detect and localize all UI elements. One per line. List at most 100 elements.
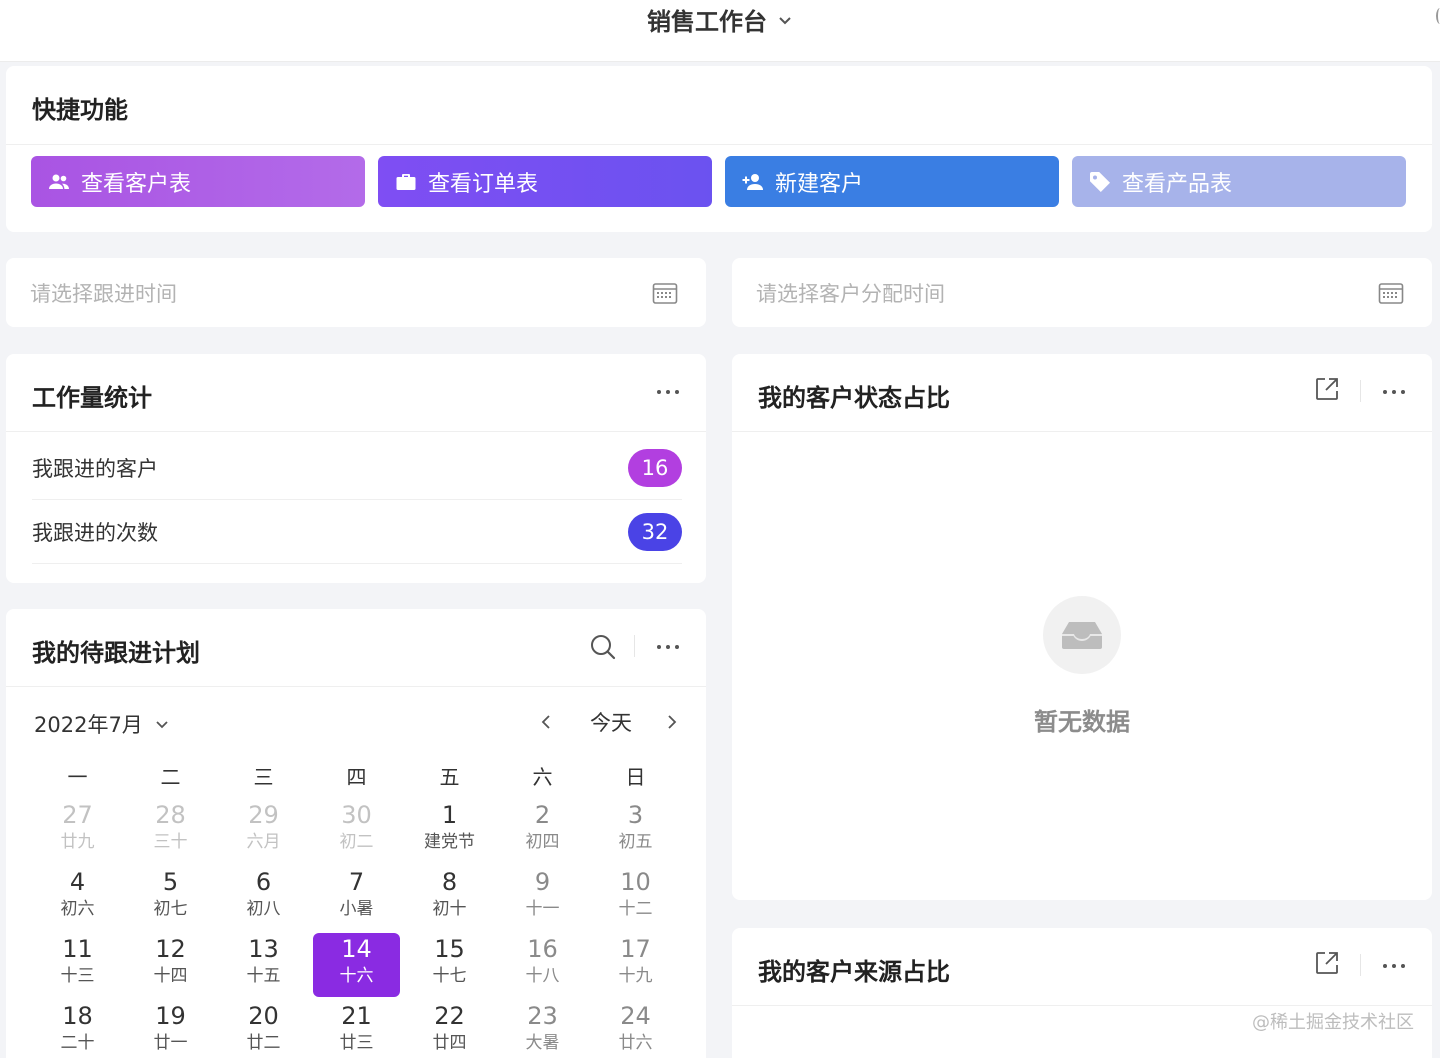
- day-number: 24: [620, 1002, 651, 1030]
- follow-plan-title: 我的待跟进计划: [32, 639, 200, 667]
- divider: [6, 431, 706, 432]
- calendar-day[interactable]: 20 廿二: [220, 1000, 307, 1058]
- calendar-day[interactable]: 28 三十: [127, 799, 214, 863]
- day-number: 14: [341, 935, 372, 963]
- calendar-day-selected[interactable]: 14 十六: [313, 933, 400, 997]
- workload-row-label: 我跟进的客户: [32, 456, 158, 481]
- view-customers-button[interactable]: 查看客户表: [31, 156, 365, 207]
- workspace-switcher[interactable]: 销售工作台: [647, 2, 793, 37]
- next-month-button[interactable]: [662, 707, 682, 737]
- calendar-day[interactable]: 7 小暑: [313, 866, 400, 930]
- calendar-day[interactable]: 13 十五: [220, 933, 307, 997]
- quick-functions-title: 快捷功能: [32, 96, 128, 124]
- workload-row-label: 我跟进的次数: [32, 520, 158, 545]
- search-button[interactable]: [588, 632, 618, 662]
- calendar-day[interactable]: 1 建党节: [406, 799, 493, 863]
- lunar-date: 十八: [525, 966, 560, 986]
- weekday-label: 一: [67, 765, 88, 789]
- divider: [6, 686, 706, 687]
- calendar-day[interactable]: 16 十八: [499, 933, 586, 997]
- calendar-day[interactable]: 21 廿三: [313, 1000, 400, 1058]
- follow-time-picker[interactable]: 请选择跟进时间: [6, 258, 706, 327]
- external-link-icon: [1316, 378, 1338, 400]
- lunar-date: 廿二: [246, 1033, 281, 1053]
- calendar-day[interactable]: 17 十九: [592, 933, 679, 997]
- lunar-date: 十五: [246, 966, 281, 986]
- calendar-grid: 27 廿九 28 三十 29 六月 30 初二 1 建党节 2 初四 3 初五 4 初六 5 初七 6 初八 7 小暑 8 初…: [31, 799, 682, 1058]
- calendar-day[interactable]: 11 十三: [34, 933, 121, 997]
- view-products-button[interactable]: 查看产品表: [1072, 156, 1406, 207]
- view-orders-label: 查看订单表: [428, 171, 539, 197]
- open-external-button[interactable]: [1314, 950, 1344, 980]
- follow-time-placeholder: 请选择跟进时间: [30, 281, 177, 306]
- day-number: 9: [534, 868, 551, 896]
- calendar-day[interactable]: 18 二十: [34, 1000, 121, 1058]
- day-number: 11: [62, 935, 93, 963]
- calendar-day[interactable]: 29 六月: [220, 799, 307, 863]
- top-bar: 销售工作台: [0, 0, 1440, 62]
- calendar-day[interactable]: 30 初二: [313, 799, 400, 863]
- more-button[interactable]: [653, 632, 683, 662]
- lunar-date: 初六: [60, 899, 95, 919]
- lunar-date: 十一: [525, 899, 560, 919]
- today-button[interactable]: 今天: [590, 707, 632, 737]
- lunar-date: 初七: [153, 899, 188, 919]
- new-customer-button[interactable]: 新建客户: [725, 156, 1059, 207]
- customer-source-card: 我的客户来源占比: [732, 928, 1432, 1058]
- lunar-date: 二十: [60, 1033, 95, 1053]
- calendar-nav: 今天: [536, 707, 682, 737]
- prev-month-button[interactable]: [536, 707, 556, 737]
- day-number: 19: [155, 1002, 186, 1030]
- calendar-day[interactable]: 12 十四: [127, 933, 214, 997]
- calendar-day[interactable]: 10 十二: [592, 866, 679, 930]
- workload-row-customers[interactable]: 我跟进的客户 16: [32, 436, 682, 500]
- customer-source-title: 我的客户来源占比: [758, 958, 950, 986]
- calendar-day[interactable]: 2 初四: [499, 799, 586, 863]
- more-button[interactable]: [1379, 951, 1409, 981]
- calendar-day[interactable]: 15 十七: [406, 933, 493, 997]
- calendar-day[interactable]: 9 十一: [499, 866, 586, 930]
- more-button[interactable]: [653, 377, 683, 407]
- calendar-day[interactable]: 5 初七: [127, 866, 214, 930]
- calendar-day[interactable]: 3 初五: [592, 799, 679, 863]
- calendar-day[interactable]: 4 初六: [34, 866, 121, 930]
- search-icon: [591, 635, 616, 660]
- open-external-button[interactable]: [1314, 376, 1344, 406]
- lunar-date: 廿六: [618, 1033, 653, 1053]
- calendar-day[interactable]: 8 初十: [406, 866, 493, 930]
- day-number: 13: [248, 935, 279, 963]
- calendar-day[interactable]: 24 廿六: [592, 1000, 679, 1058]
- add-person-icon: [742, 173, 763, 190]
- lunar-date: 廿一: [153, 1033, 188, 1053]
- divider: [6, 144, 1432, 145]
- day-number: 3: [627, 801, 644, 829]
- empty-inbox-icon: [1043, 596, 1121, 674]
- workload-row-followups[interactable]: 我跟进的次数 32: [32, 500, 682, 564]
- more-button[interactable]: [1379, 377, 1409, 407]
- weekday-label: 五: [439, 765, 460, 789]
- view-customers-label: 查看客户表: [81, 171, 192, 197]
- chevron-left-icon: [541, 715, 550, 729]
- calendar-day[interactable]: 27 廿九: [34, 799, 121, 863]
- month-selector[interactable]: 2022年7月: [34, 709, 169, 739]
- calendar-day[interactable]: 22 廿四: [406, 1000, 493, 1058]
- assign-time-picker[interactable]: 请选择客户分配时间: [732, 258, 1432, 327]
- weekday-label: 四: [346, 765, 367, 789]
- calendar-icon: [652, 282, 678, 304]
- day-number: 12: [155, 935, 186, 963]
- separator: [1360, 954, 1361, 976]
- divider: [732, 1005, 1432, 1006]
- lunar-date: 初五: [618, 832, 653, 852]
- calendar-day[interactable]: 6 初八: [220, 866, 307, 930]
- day-number: 5: [162, 868, 179, 896]
- day-number: 17: [620, 935, 651, 963]
- calendar-icon: [1378, 282, 1404, 304]
- view-products-label: 查看产品表: [1122, 171, 1233, 197]
- lunar-date: 初二: [339, 832, 374, 852]
- day-number: 29: [248, 801, 279, 829]
- calendar-day[interactable]: 23 大暑: [499, 1000, 586, 1058]
- view-orders-button[interactable]: 查看订单表: [378, 156, 712, 207]
- day-number: 27: [62, 801, 93, 829]
- lunar-date: 十四: [153, 966, 188, 986]
- calendar-day[interactable]: 19 廿一: [127, 1000, 214, 1058]
